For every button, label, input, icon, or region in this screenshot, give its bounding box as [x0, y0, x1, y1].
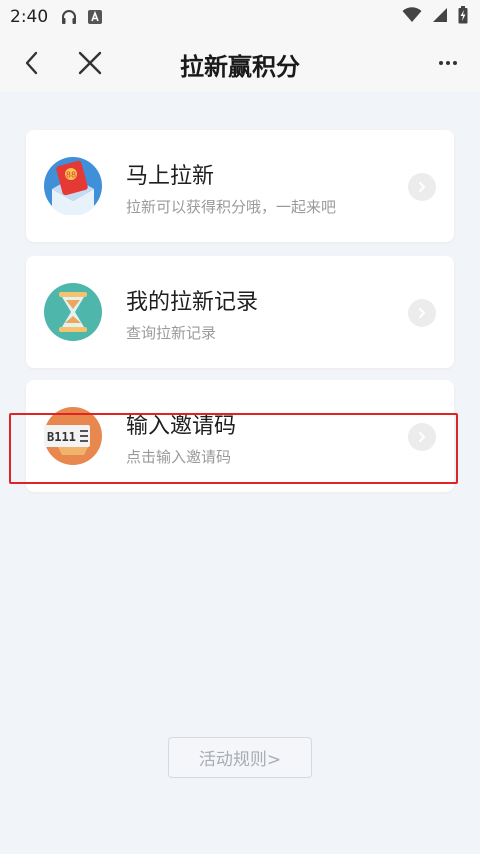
card-title: 马上拉新: [126, 164, 215, 189]
invite-code-text: B111: [47, 430, 76, 444]
card-subtitle: 点击输入邀请码: [126, 448, 232, 466]
wifi-icon: [402, 7, 422, 27]
chevron-right-icon[interactable]: [408, 423, 436, 451]
more-icon[interactable]: [434, 52, 462, 74]
chevron-right-icon[interactable]: [408, 299, 436, 327]
hourglass-icon: [44, 283, 102, 341]
card-subtitle: 拉新可以获得积分哦，一起来吧: [126, 198, 337, 216]
chevron-right-icon[interactable]: [408, 173, 436, 201]
invite-now-card[interactable]: 88 马上拉新 拉新可以获得积分哦，一起来吧: [26, 130, 454, 242]
status-bar: 2:40: [0, 0, 480, 34]
enter-invite-code-card[interactable]: B111 输入邀请码 点击输入邀请码: [26, 380, 454, 492]
card-subtitle: 查询拉新记录: [126, 324, 217, 342]
headphones-icon: [60, 8, 78, 26]
status-time: 2:40: [10, 7, 49, 27]
battery-charging-icon: [458, 6, 468, 28]
status-indicators: [402, 6, 468, 28]
signal-icon: [432, 7, 448, 27]
app-notification-icon: [86, 8, 104, 26]
invite-records-card[interactable]: 我的拉新记录 查询拉新记录: [26, 256, 454, 368]
svg-text:88: 88: [66, 171, 76, 180]
card-title: 我的拉新记录: [126, 290, 259, 315]
page-title: 拉新赢积分: [180, 53, 300, 81]
invite-code-icon: B111: [44, 407, 102, 465]
close-icon[interactable]: [76, 49, 104, 77]
red-envelope-icon: 88: [44, 157, 102, 216]
back-icon[interactable]: [18, 49, 46, 77]
activity-rules-button[interactable]: 活动规则>: [168, 737, 312, 778]
nav-bar: 拉新赢积分: [0, 34, 480, 92]
card-title: 输入邀请码: [126, 414, 237, 439]
